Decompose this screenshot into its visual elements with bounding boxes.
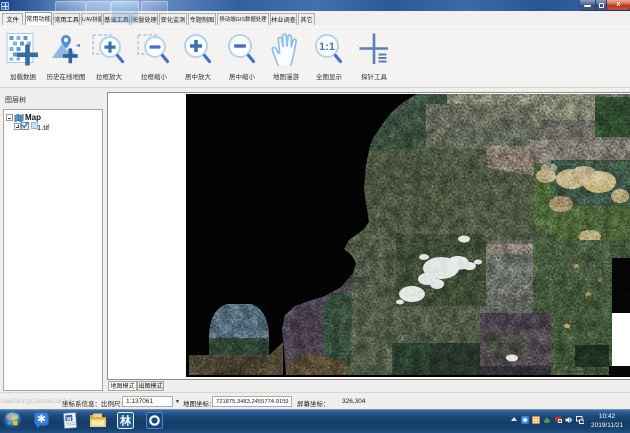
svg-text:1:1: 1:1 — [319, 41, 335, 53]
svg-text:✱: ✱ — [522, 417, 528, 425]
svg-text:林: 林 — [120, 414, 131, 428]
svg-text:✱: ✱ — [37, 414, 46, 426]
